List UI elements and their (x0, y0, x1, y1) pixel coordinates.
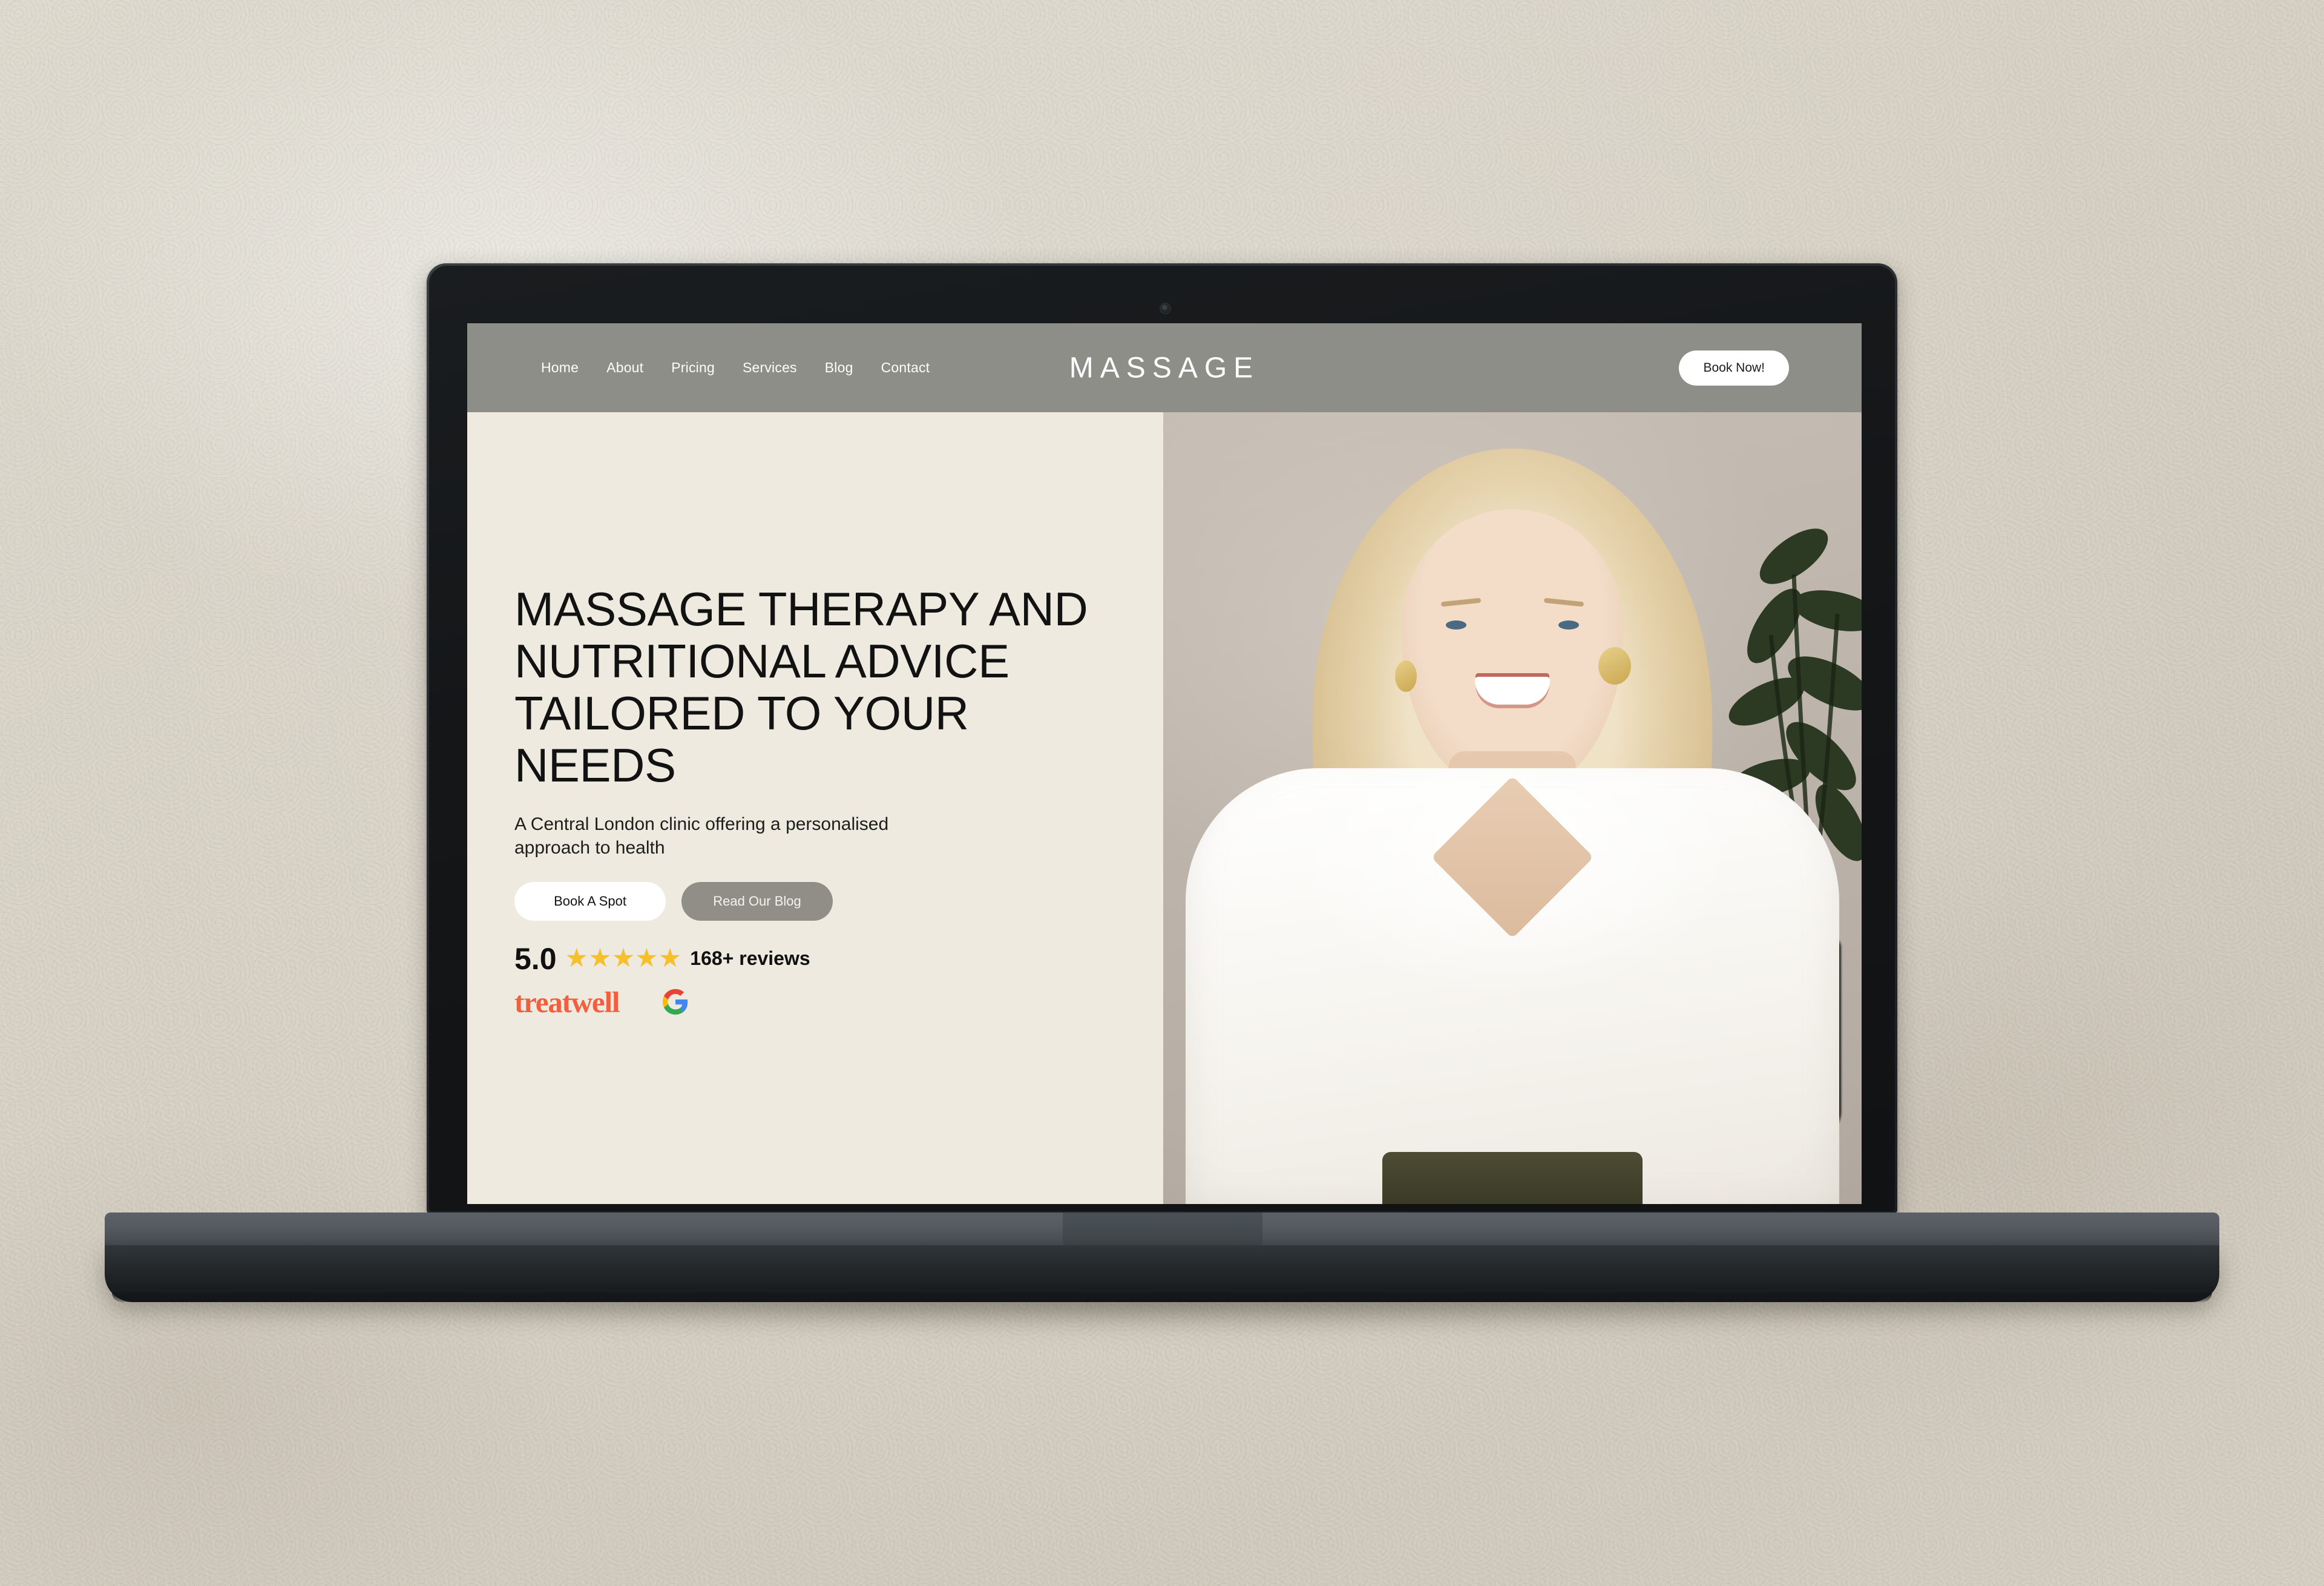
website-viewport: Home About Pricing Services Blog Contact… (467, 323, 1862, 1204)
rating-score: 5.0 (514, 941, 557, 976)
review-count-label: 168+ reviews (690, 947, 810, 970)
webcam-dot-icon (1161, 304, 1170, 313)
nav-link-pricing[interactable]: Pricing (671, 360, 715, 376)
hero-portrait-photo (1163, 412, 1862, 1204)
scene-background: Home About Pricing Services Blog Contact… (0, 0, 2324, 1586)
review-platform-badges: treatwell (514, 987, 1163, 1017)
laptop-base-lip (112, 1292, 2212, 1302)
laptop-bezel: Home About Pricing Services Blog Contact… (429, 266, 1895, 1211)
hero-section: MASSAGE THERAPY AND NUTRITIONAL ADVICE T… (467, 412, 1862, 1204)
photo-vignette (1163, 412, 1862, 1204)
nav-link-about[interactable]: About (606, 360, 643, 376)
site-navbar: Home About Pricing Services Blog Contact… (467, 323, 1862, 412)
laptop-mockup: Home About Pricing Services Blog Contact… (105, 263, 2219, 1335)
primary-navigation: Home About Pricing Services Blog Contact (541, 360, 930, 376)
hero-text-panel: MASSAGE THERAPY AND NUTRITIONAL ADVICE T… (467, 412, 1163, 1204)
laptop-screen: Home About Pricing Services Blog Contact… (467, 323, 1862, 1204)
nav-link-services[interactable]: Services (743, 360, 797, 376)
book-now-button[interactable]: Book Now! (1679, 350, 1789, 386)
laptop-lid: Home About Pricing Services Blog Contact… (427, 263, 1897, 1214)
hero-headline: MASSAGE THERAPY AND NUTRITIONAL ADVICE T… (514, 582, 1088, 792)
book-a-spot-button[interactable]: Book A Spot (514, 881, 666, 921)
site-logo[interactable]: MASSAGE (1069, 351, 1259, 384)
rating-row: 5.0 ★★★★★ 168+ reviews (514, 944, 1163, 974)
laptop-hinge-notch (1063, 1213, 1262, 1249)
hero-subheadline: A Central London clinic offering a perso… (514, 814, 889, 858)
star-rating-icon: ★★★★★ (565, 944, 682, 973)
nav-link-contact[interactable]: Contact (881, 360, 930, 376)
read-our-blog-button[interactable]: Read Our Blog (681, 881, 833, 921)
treatwell-logo[interactable]: treatwell (514, 987, 620, 1017)
nav-link-home[interactable]: Home (541, 360, 579, 376)
hero-cta-row: Book A Spot Read Our Blog (514, 881, 1163, 921)
nav-link-blog[interactable]: Blog (825, 360, 853, 376)
google-g-icon[interactable] (661, 988, 689, 1016)
